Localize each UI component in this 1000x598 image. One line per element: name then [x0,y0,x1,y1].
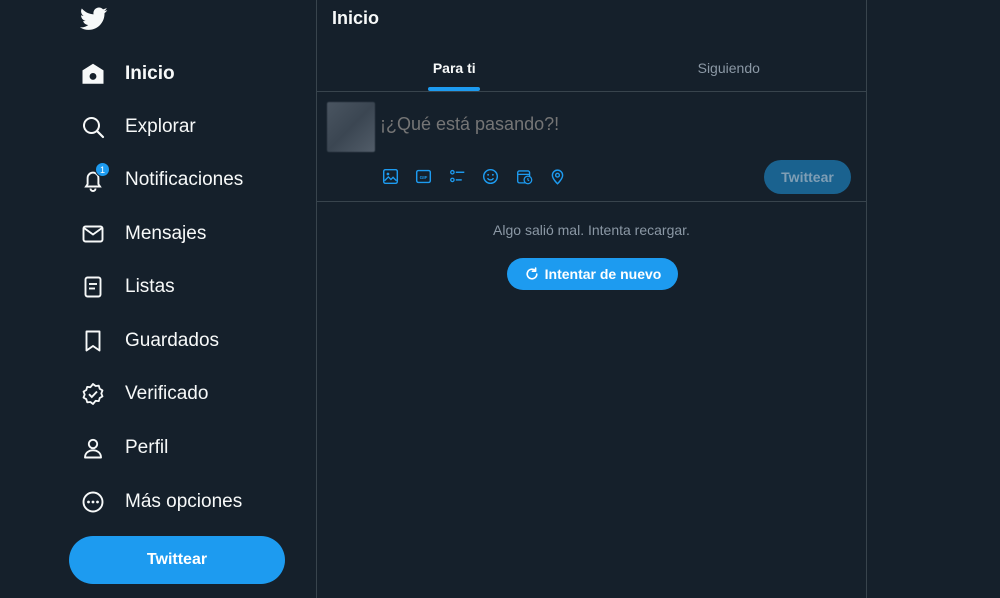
retry-label: Intentar de nuevo [544,266,662,282]
sidebar-item-label: Explorar [125,116,196,137]
poll-icon[interactable] [447,166,467,186]
bookmark-icon [80,328,106,354]
sidebar-item-explorar[interactable]: Explorar [68,103,208,151]
location-icon[interactable] [548,166,568,186]
sidebar-item-label: Verificado [125,383,209,404]
compose-toolbar: GIF [380,166,581,186]
sidebar-item-label: Perfil [125,437,169,458]
sidebar-item-mensajes[interactable]: Mensajes [68,210,218,258]
tab-label: Para ti [432,60,476,76]
twitter-bird-icon[interactable] [79,7,108,33]
emoji-icon[interactable] [481,166,501,186]
bell-icon: 1 [80,162,110,193]
sidebar: Inicio Explorar 1 Notificaciones Mensaje… [0,0,316,598]
more-circle-icon [80,489,106,515]
person-icon [80,435,106,461]
tweet-button[interactable]: Twittear [69,536,285,584]
svg-text:GIF: GIF [420,174,428,179]
home-icon [80,61,106,87]
notification-badge: 1 [95,162,110,177]
sidebar-item-label: Más opciones [125,491,243,512]
main-column: Inicio Para ti Siguiendo GIF [316,0,867,598]
refresh-icon [526,267,538,280]
compose-tweet-button[interactable]: Twittear [764,160,851,194]
timeline-tabs: Para ti Siguiendo [317,46,866,92]
sidebar-item-guardados[interactable]: Guardados [68,317,231,365]
sidebar-item-notificaciones[interactable]: 1 Notificaciones [68,156,255,204]
sidebar-item-listas[interactable]: Listas [68,263,187,311]
schedule-icon[interactable] [514,166,534,186]
sidebar-item-inicio[interactable]: Inicio [68,50,187,98]
search-icon [80,114,106,140]
sidebar-item-label: Mensajes [125,223,207,244]
envelope-icon [80,221,106,247]
sidebar-item-mas-opciones[interactable]: Más opciones [68,478,254,526]
active-tab-indicator [428,87,481,91]
sidebar-item-verificado[interactable]: Verificado [68,370,220,418]
tab-label: Siguiendo [697,60,760,76]
tab-siguiendo[interactable]: Siguiendo [592,46,867,91]
tweet-composer: GIF Twittear [317,92,866,202]
sidebar-item-label: Notificaciones [125,169,244,190]
page-title: Inicio [332,8,380,28]
sidebar-item-label: Guardados [125,330,220,351]
error-message: Algo salió mal. Intenta recargar. [493,222,690,238]
list-icon [80,274,106,300]
avatar[interactable] [327,102,375,152]
gif-icon[interactable]: GIF [414,166,434,186]
sidebar-item-perfil[interactable]: Perfil [68,424,180,472]
image-icon[interactable] [380,166,400,186]
compose-input[interactable] [380,114,780,135]
sidebar-item-label: Inicio [125,63,175,84]
tab-para-ti[interactable]: Para ti [317,46,592,91]
verified-icon [80,381,106,407]
retry-button[interactable]: Intentar de nuevo [507,258,678,290]
sidebar-item-label: Listas [125,276,175,297]
